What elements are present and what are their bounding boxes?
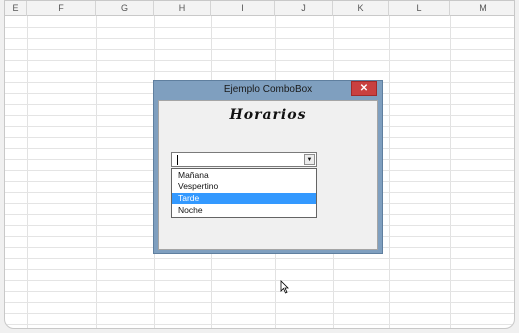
- column-header-f[interactable]: F: [27, 1, 96, 16]
- dialog-client-area: Horarios ▼ Mañana Vespertino Tarde Noche: [158, 100, 378, 250]
- column-header-l[interactable]: L: [389, 1, 450, 16]
- schedule-combobox[interactable]: ▼: [171, 152, 317, 167]
- grid-line-horizontal: [5, 38, 514, 39]
- grid-line-horizontal: [5, 313, 514, 314]
- column-header-i[interactable]: I: [211, 1, 275, 16]
- column-header-j[interactable]: J: [275, 1, 333, 16]
- grid-line-horizontal: [5, 302, 514, 303]
- option-manana[interactable]: Mañana: [172, 170, 316, 181]
- dialog-title-bar[interactable]: Ejemplo ComboBox ✕: [154, 81, 382, 99]
- dialog-title: Ejemplo ComboBox: [223, 84, 313, 95]
- grid-line-horizontal: [5, 258, 514, 259]
- close-button[interactable]: ✕: [351, 81, 377, 96]
- option-vespertino[interactable]: Vespertino: [172, 181, 316, 192]
- grid-line-vertical: [27, 16, 28, 328]
- combobox-dialog: Ejemplo ComboBox ✕ Horarios ▼ Mañana Ves…: [153, 80, 383, 294]
- grid-line-horizontal: [5, 291, 514, 292]
- column-header-k[interactable]: K: [333, 1, 389, 16]
- option-noche[interactable]: Noche: [172, 205, 316, 216]
- column-header-m[interactable]: M: [450, 1, 514, 16]
- dialog-heading: Horarios: [229, 107, 307, 123]
- grid-line-horizontal: [5, 269, 514, 270]
- grid-line-horizontal: [5, 71, 514, 72]
- column-header-g[interactable]: G: [96, 1, 154, 16]
- column-header-row: E F G H I J K L M: [5, 1, 514, 16]
- grid-line-horizontal: [5, 49, 514, 50]
- grid-line-vertical: [389, 16, 390, 328]
- column-header-e[interactable]: E: [5, 1, 27, 16]
- grid-line-vertical: [450, 16, 451, 328]
- mouse-cursor-icon: [280, 280, 289, 294]
- option-tarde[interactable]: Tarde: [172, 193, 316, 204]
- grid-line-horizontal: [5, 27, 514, 28]
- close-icon: ✕: [359, 83, 369, 94]
- dropdown-list: Mañana Vespertino Tarde Noche: [171, 168, 317, 218]
- dropdown-arrow-icon[interactable]: ▼: [304, 154, 315, 165]
- grid-line-horizontal: [5, 60, 514, 61]
- grid-line-vertical: [96, 16, 97, 328]
- text-caret: [177, 155, 178, 165]
- grid-line-horizontal: [5, 280, 514, 281]
- grid-line-horizontal: [5, 324, 514, 325]
- column-header-h[interactable]: H: [154, 1, 211, 16]
